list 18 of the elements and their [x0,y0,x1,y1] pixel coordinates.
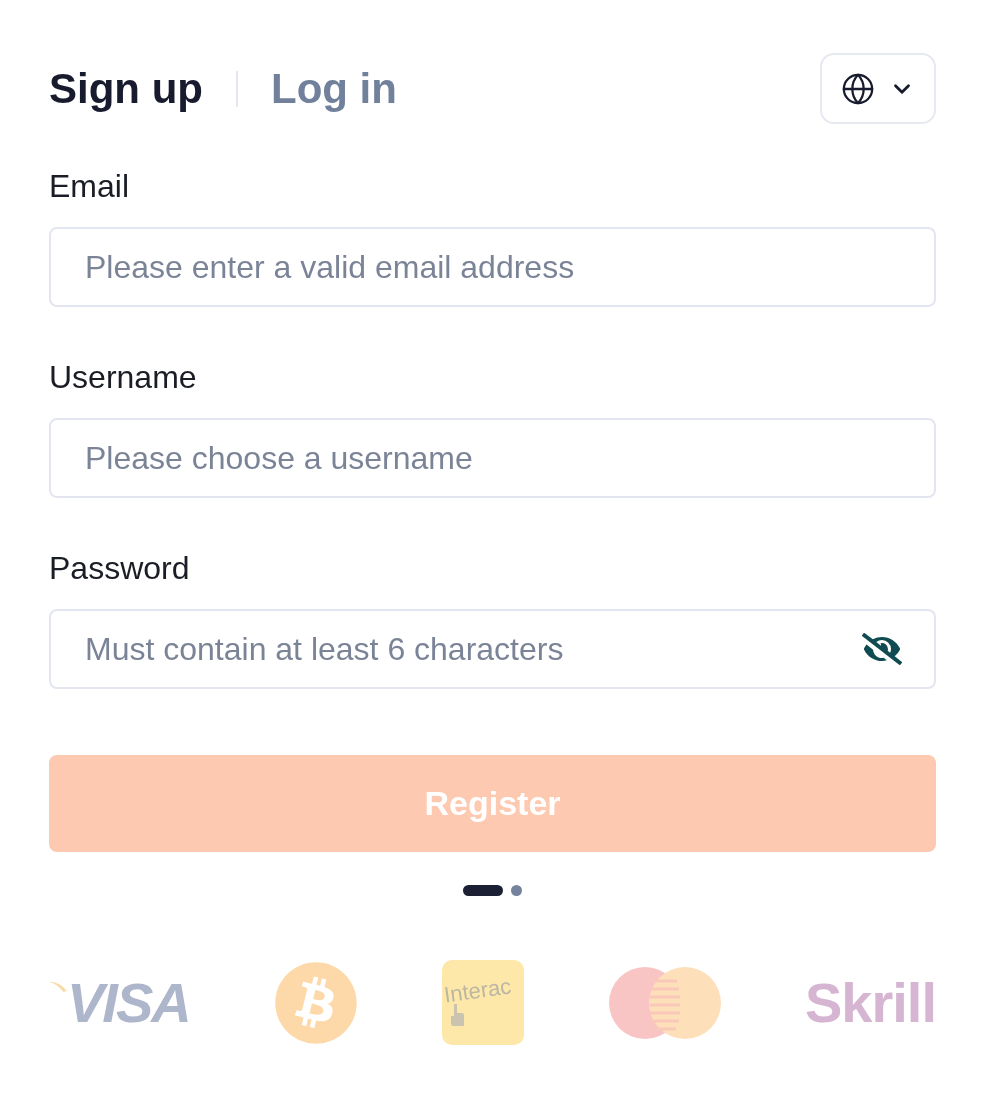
field-label: Email [49,168,129,204]
hand-icon [450,1003,465,1026]
eye-slash-icon[interactable] [862,633,902,665]
field-label: Password [49,550,190,586]
visa-logo: VISA [67,974,190,1031]
swoosh-icon [49,980,67,992]
input-field[interactable]: Please enter a valid email address [49,227,936,307]
globe-icon [841,71,875,106]
language-button[interactable] [820,53,936,124]
tab[interactable]: Sign up [49,67,203,110]
interac-wordmark: Interac [443,974,513,1007]
skrill-logo: Skrill [805,974,936,1031]
input-field[interactable]: Must contain at least 6 characters [49,609,936,689]
input-field[interactable]: Please choose a username [49,418,936,498]
tab[interactable]: Log in [271,67,397,110]
field-label: Username [49,359,197,395]
overlapping-circles-icon [608,966,721,1039]
bitcoin-icon [274,960,359,1045]
